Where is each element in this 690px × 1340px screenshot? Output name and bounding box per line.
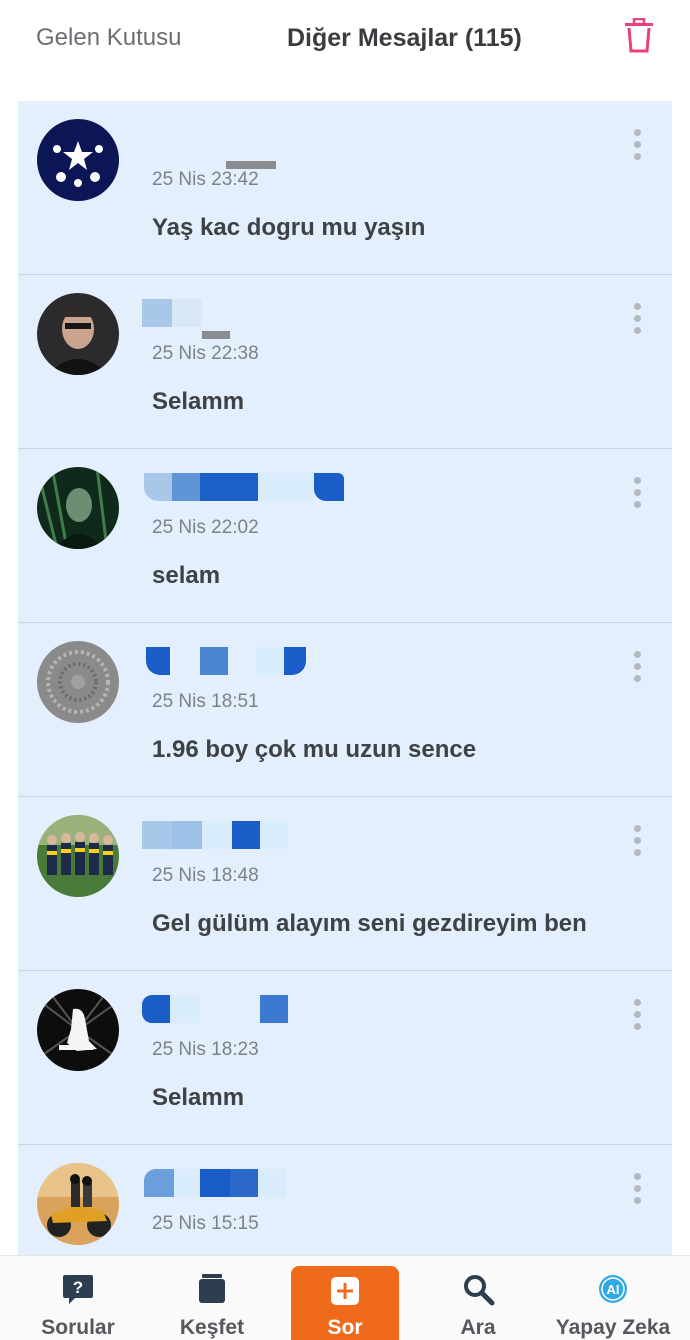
message-preview: Selamm [152,388,245,415]
message-time: 25 Nis 18:48 [152,865,259,886]
question-bubble-icon: ? [61,1272,95,1306]
message-preview: Selamm [152,1084,245,1111]
sender-name-redacted [146,125,346,169]
sender-name-redacted [144,1169,346,1197]
top-bar: Gelen Kutusu Diğer Mesajlar (115) [0,0,690,100]
avatar [37,815,119,897]
more-options-icon[interactable] [630,477,644,511]
more-options-icon[interactable] [630,303,644,337]
sender-name-redacted [142,821,346,849]
nav-yapay-zeka[interactable]: AI Yapay Zeka [548,1256,678,1340]
nav-label: Yapay Zeka [555,1316,671,1339]
search-icon [461,1272,495,1306]
nav-sor[interactable]: Sor [291,1266,399,1340]
nav-label: Keşfet [179,1316,245,1339]
message-item[interactable]: 25 Nis 22:02 selam [18,449,672,623]
avatar [37,119,119,201]
nav-sorular[interactable]: ? Sorular [18,1256,138,1340]
message-time: 25 Nis 18:51 [152,691,259,712]
sender-name-redacted [142,995,346,1023]
message-preview: Yaş kac dogru mu yaşın [152,214,426,241]
page-title: Diğer Mesajlar (115) [287,24,522,52]
more-options-icon[interactable] [630,1173,644,1207]
message-preview: 1.96 boy çok mu uzun sence [152,736,477,763]
message-item[interactable]: 25 Nis 23:42 Yaş kac dogru mu yaşın [18,101,672,275]
svg-text:?: ? [73,1278,83,1297]
nav-label: Ara [460,1316,496,1339]
svg-text:AI: AI [607,1282,620,1297]
message-time: 25 Nis 15:15 [152,1213,259,1234]
message-time: 25 Nis 23:42 [152,169,259,190]
nav-kesfet[interactable]: Keşfet [152,1256,272,1340]
nav-label: Sor [327,1316,363,1339]
message-item[interactable]: 25 Nis 22:38 Selamm [18,275,672,449]
message-preview: Gel gülüm alayım seni gezdireyim ben [152,910,587,937]
more-options-icon[interactable] [630,129,644,163]
avatar [37,293,119,375]
message-time: 25 Nis 22:38 [152,343,259,364]
sender-name-redacted [142,299,346,339]
message-list: 25 Nis 23:42 Yaş kac dogru mu yaşın 25 N… [18,101,672,1255]
message-item[interactable]: 25 Nis 18:51 1.96 boy çok mu uzun sence [18,623,672,797]
more-options-icon[interactable] [630,651,644,685]
sender-name-redacted [144,473,346,501]
avatar [37,641,119,723]
cards-stack-icon [195,1272,229,1306]
message-item[interactable]: 25 Nis 15:15 [18,1145,672,1255]
nav-label: Sorular [41,1316,115,1339]
ai-badge-icon: AI [596,1272,630,1306]
message-item[interactable]: 25 Nis 18:23 Selamm [18,971,672,1145]
plus-square-icon [328,1274,362,1308]
message-preview: selam [152,562,221,589]
bottom-navigation: ? Sorular Keşfet Sor Ara AI Yapay Zeka [0,1255,690,1340]
message-item[interactable]: 25 Nis 18:48 Gel gülüm alayım seni gezdi… [18,797,672,971]
avatar [37,989,119,1071]
nav-ara[interactable]: Ara [418,1256,538,1340]
avatar [37,1163,119,1245]
trash-icon[interactable] [622,17,656,54]
inbox-tab[interactable]: Gelen Kutusu [36,24,181,52]
avatar [37,467,119,549]
message-time: 25 Nis 18:23 [152,1039,259,1060]
more-options-icon[interactable] [630,999,644,1033]
more-options-icon[interactable] [630,825,644,859]
message-time: 25 Nis 22:02 [152,517,259,538]
sender-name-redacted [146,647,346,675]
